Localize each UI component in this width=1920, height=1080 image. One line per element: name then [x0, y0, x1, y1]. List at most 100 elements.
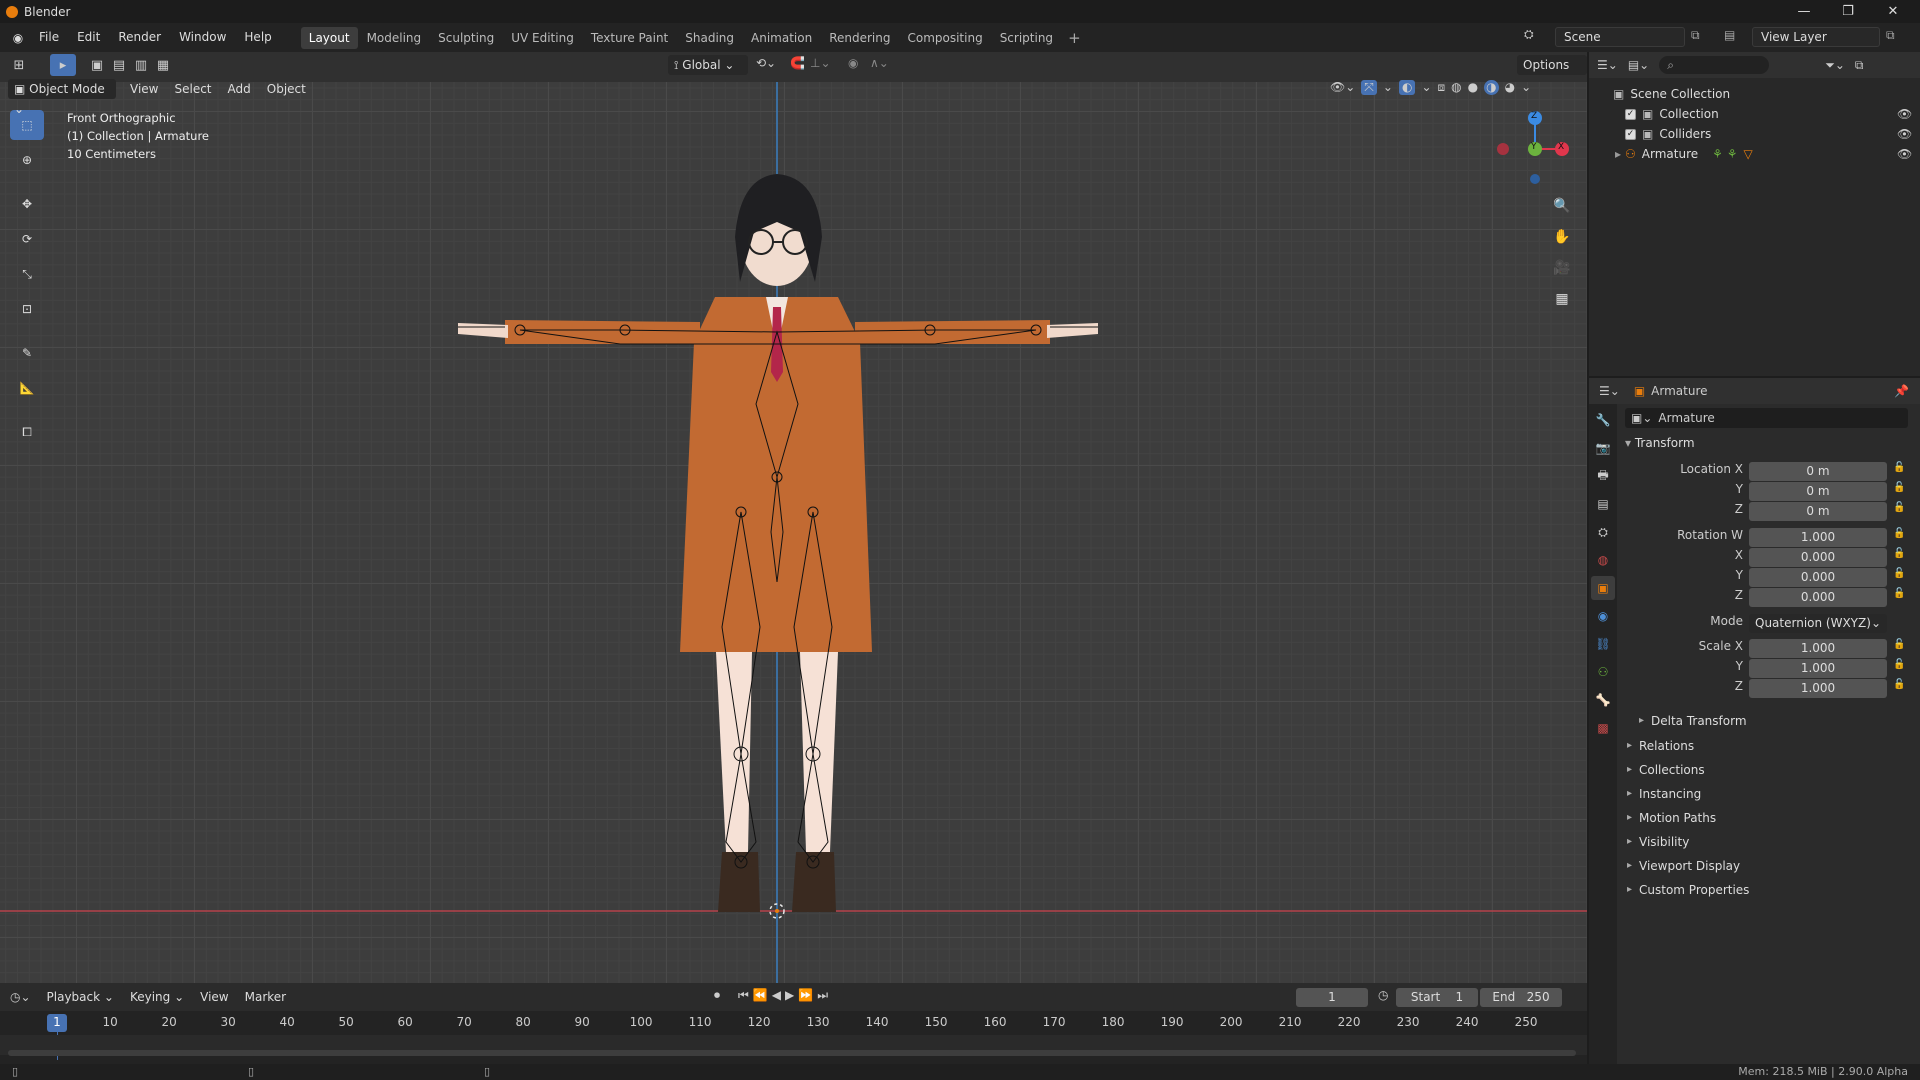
- camera-view-icon[interactable]: 🎥: [1548, 254, 1576, 282]
- jump-start-icon[interactable]: ⏮: [738, 988, 753, 1002]
- frame-ruler[interactable]: 1 10 20 30 40 50 60 70 80 90 100 110 120 130 140 150 160…: [0, 1015, 1587, 1035]
- pan-hand-icon[interactable]: ✋: [1548, 223, 1576, 251]
- visibility-icon[interactable]: 👁⌄: [1330, 80, 1355, 95]
- 3d-viewport[interactable]: ⬚ ⊕ ✥ ⟳ ⤡ ⊡ ✎ 📐 ⧠ Front Orthographic (1)…: [0, 82, 1587, 983]
- menu-edit[interactable]: Edit: [68, 23, 109, 52]
- tab-compositing[interactable]: Compositing: [899, 27, 990, 49]
- falloff-icon[interactable]: ∧⌄: [870, 56, 889, 70]
- select-extend-icon[interactable]: ▤: [108, 54, 130, 76]
- gizmo-toggle-icon[interactable]: ⤧: [1361, 80, 1377, 95]
- scale-z-field[interactable]: 1.000: [1749, 679, 1887, 698]
- collection-eye-icon[interactable]: 👁: [1897, 107, 1912, 121]
- rendered-shading-icon[interactable]: ◕: [1505, 80, 1515, 95]
- start-frame-field[interactable]: Start 1: [1396, 988, 1478, 1007]
- tab-shading[interactable]: Shading: [677, 27, 742, 49]
- preview-range-icon[interactable]: ◷: [1378, 988, 1388, 1002]
- tab-rendering[interactable]: Rendering: [821, 27, 898, 49]
- scene-icon[interactable]: ⛭: [1524, 27, 1534, 42]
- tab-texture-paint[interactable]: Texture Paint: [583, 27, 676, 49]
- location-y-field[interactable]: 0 m: [1749, 482, 1887, 501]
- end-frame-field[interactable]: End 250: [1480, 988, 1562, 1007]
- panel-relations[interactable]: Relations: [1625, 734, 1908, 758]
- mode-dropdown[interactable]: ▣ Object Mode ⌄: [8, 79, 116, 116]
- lock-rotation-y-icon[interactable]: 🔓: [1893, 568, 1905, 579]
- panel-visibility[interactable]: Visibility: [1625, 830, 1908, 854]
- overlay-dropdown-icon[interactable]: ⌄: [1421, 80, 1431, 95]
- lock-rotation-z-icon[interactable]: 🔓: [1893, 588, 1905, 599]
- view-layer-icon[interactable]: ▤: [1724, 28, 1735, 42]
- menu-render[interactable]: Render: [109, 23, 170, 52]
- new-view-layer-icon[interactable]: ⧉: [1886, 28, 1895, 43]
- panel-motion-paths[interactable]: Motion Paths: [1625, 806, 1908, 830]
- tab-animation[interactable]: Animation: [743, 27, 820, 49]
- rotation-x-field[interactable]: 0.000: [1749, 548, 1887, 567]
- rotation-w-field[interactable]: 1.000: [1749, 528, 1887, 547]
- tool-tab-icon[interactable]: 🔧: [1591, 408, 1615, 432]
- outliner[interactable]: ☰⌄ ▤⌄ ⌕ ⏷⌄ ⧉ ▣ Scene Collection ✓ ▣ Collect…: [1589, 52, 1920, 376]
- lock-rotation-x-icon[interactable]: 🔓: [1893, 548, 1905, 559]
- menu-keying[interactable]: Keying ⌄: [124, 987, 190, 1007]
- timeline-editor-icon[interactable]: ◷⌄: [10, 990, 31, 1004]
- rotation-y-field[interactable]: 0.000: [1749, 568, 1887, 587]
- armature-data-tab-icon[interactable]: ⚇: [1591, 660, 1615, 684]
- tab-scripting[interactable]: Scripting: [992, 27, 1061, 49]
- expand-armature-icon[interactable]: ▸: [1615, 147, 1621, 161]
- tab-sculpting[interactable]: Sculpting: [430, 27, 502, 49]
- next-keyframe-icon[interactable]: ⏩: [798, 988, 817, 1002]
- collection-checkbox[interactable]: ✓: [1625, 108, 1636, 120]
- tab-uv-editing[interactable]: UV Editing: [503, 27, 582, 49]
- panel-delta-transform[interactable]: Delta Transform: [1637, 709, 1915, 733]
- overlay-toggle-icon[interactable]: ◐: [1398, 80, 1416, 95]
- lock-scale-x-icon[interactable]: 🔓: [1893, 639, 1905, 650]
- new-collection-icon[interactable]: ⧉: [1855, 58, 1864, 73]
- select-invert-icon[interactable]: ▦: [152, 54, 174, 76]
- outliner-item-colliders[interactable]: ✓ ▣ Colliders 👁: [1613, 124, 1920, 144]
- lock-location-y-icon[interactable]: 🔓: [1893, 482, 1905, 493]
- transform-orientation-dropdown[interactable]: ⟟ Global ⌄: [668, 55, 748, 75]
- colliders-eye-icon[interactable]: 👁: [1897, 127, 1912, 141]
- location-z-field[interactable]: 0 m: [1749, 502, 1887, 521]
- scene-selector[interactable]: Scene: [1555, 27, 1685, 47]
- panel-viewport-display[interactable]: Viewport Display: [1625, 854, 1908, 878]
- solid-shading-icon[interactable]: ●: [1468, 80, 1478, 95]
- menu-object[interactable]: Object: [261, 79, 312, 99]
- lock-location-x-icon[interactable]: 🔓: [1893, 462, 1905, 473]
- outliner-editor-icon[interactable]: ☰⌄: [1597, 58, 1618, 72]
- panel-collections[interactable]: Collections: [1625, 758, 1908, 782]
- add-workspace-icon[interactable]: +: [1068, 29, 1081, 47]
- datablock-field[interactable]: ▣⌄ Armature: [1625, 408, 1908, 428]
- constraints-tab-icon[interactable]: ⛓: [1591, 632, 1615, 656]
- options-dropdown[interactable]: Options ⌄: [1517, 55, 1587, 92]
- pin-icon[interactable]: 📌: [1894, 384, 1909, 398]
- navigation-gizmo[interactable]: Z X Y: [1490, 104, 1570, 184]
- snap-target-icon[interactable]: ⊥⌄: [810, 56, 831, 70]
- scene-tab-icon[interactable]: ⛭: [1591, 520, 1615, 544]
- render-tab-icon[interactable]: 📷: [1591, 436, 1615, 460]
- tab-modeling[interactable]: Modeling: [359, 27, 430, 49]
- snap-icon[interactable]: 🧲: [790, 56, 805, 70]
- view-layer-tab-icon[interactable]: ▤: [1591, 492, 1615, 516]
- colliders-checkbox[interactable]: ✓: [1625, 128, 1636, 140]
- menu-playback[interactable]: Playback ⌄: [41, 987, 120, 1007]
- lock-scale-y-icon[interactable]: 🔓: [1893, 659, 1905, 670]
- menu-file[interactable]: File: [30, 23, 68, 52]
- scale-x-field[interactable]: 1.000: [1749, 639, 1887, 658]
- outliner-search-input[interactable]: ⌕: [1659, 56, 1770, 74]
- play-icon[interactable]: ▶: [785, 988, 798, 1002]
- timeline[interactable]: ◷⌄ Playback ⌄ Keying ⌄ View Marker ⏺ ⏮⏪◀…: [0, 983, 1587, 1064]
- panel-custom-properties[interactable]: Custom Properties: [1625, 878, 1908, 902]
- lock-rotation-w-icon[interactable]: 🔓: [1893, 528, 1905, 539]
- properties-editor[interactable]: ☰⌄ ▣ Armature 📌 🔧 📷 🖶 ▤ ⛭ ◍ ▣ ◉ ⛓ ⚇ 🦴 ▩ …: [1589, 378, 1920, 1064]
- properties-editor-icon[interactable]: ☰⌄: [1599, 384, 1620, 398]
- editor-type-icon[interactable]: ⊞: [8, 54, 30, 76]
- timeline-scrollbar[interactable]: [8, 1050, 1576, 1056]
- shading-dropdown-icon[interactable]: ⌄: [1521, 80, 1531, 95]
- output-tab-icon[interactable]: 🖶: [1591, 464, 1615, 488]
- zoom-icon[interactable]: 🔍: [1548, 192, 1576, 220]
- world-tab-icon[interactable]: ◍: [1591, 548, 1615, 572]
- armature-eye-icon[interactable]: 👁: [1897, 147, 1912, 161]
- prev-keyframe-icon[interactable]: ⏪: [753, 988, 772, 1002]
- scale-y-field[interactable]: 1.000: [1749, 659, 1887, 678]
- menu-view[interactable]: View: [124, 79, 164, 99]
- select-subtract-icon[interactable]: ▥: [130, 54, 152, 76]
